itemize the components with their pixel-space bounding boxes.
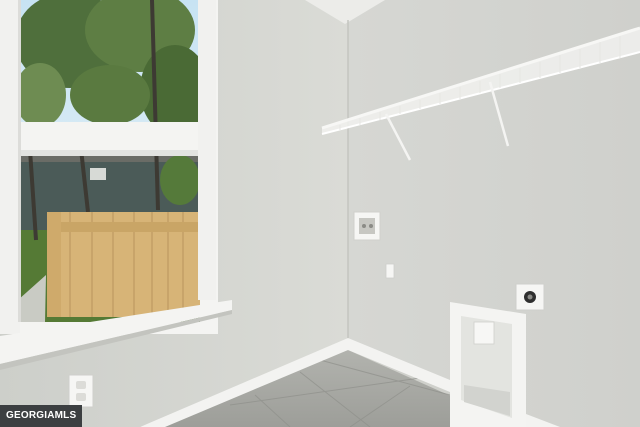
dryer-outlet (515, 283, 545, 311)
laundry-room-photo: GEORGIAMLS (0, 0, 640, 427)
window-right-stile (198, 0, 216, 300)
light-switch (385, 263, 395, 279)
room-scene (0, 0, 640, 427)
mls-watermark: GEORGIAMLS (0, 405, 83, 427)
wooden-fence (47, 212, 200, 317)
washer-box (353, 211, 381, 241)
dryer-vent-box (450, 302, 526, 427)
wall-outlet (68, 374, 94, 408)
window (0, 0, 218, 334)
neighbor-window (90, 168, 106, 180)
window-inner-edge (18, 0, 21, 322)
window-meeting-rail-shadow (18, 150, 200, 156)
window-left-stile (0, 0, 20, 334)
